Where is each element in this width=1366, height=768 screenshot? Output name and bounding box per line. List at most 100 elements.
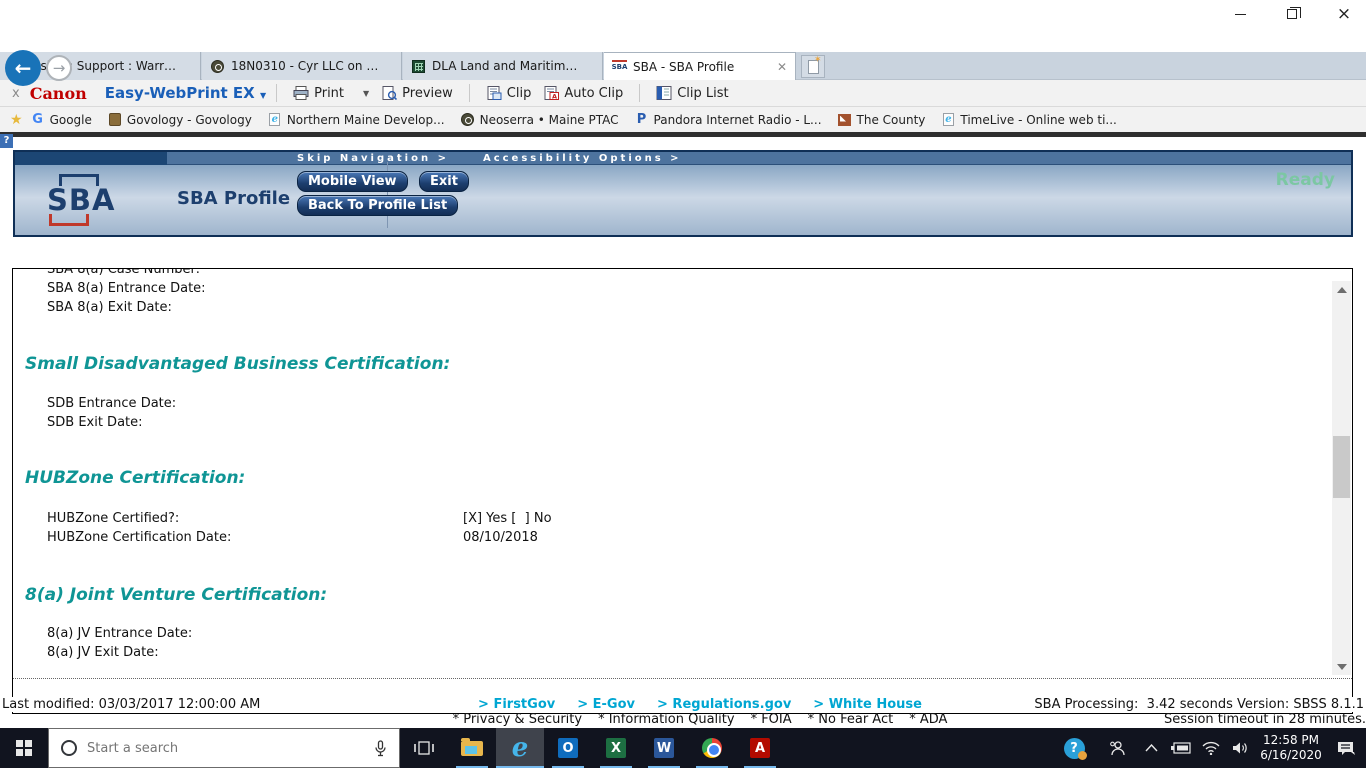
sba-logo: SBA	[47, 174, 119, 226]
toolbar-close-button[interactable]: x	[12, 86, 20, 101]
status-ready: Ready	[1275, 170, 1335, 190]
taskbar-app-word[interactable]: W	[640, 728, 688, 768]
task-view-icon	[414, 741, 434, 755]
people-button[interactable]	[1096, 740, 1136, 757]
ie-page-icon: e	[941, 113, 955, 127]
microphone-icon[interactable]	[374, 739, 387, 757]
divider	[468, 84, 470, 102]
foia-link[interactable]: * FOIA	[751, 712, 792, 727]
scrollbar-thumb[interactable]	[1333, 436, 1350, 498]
favorite-google[interactable]: G Google	[23, 112, 100, 127]
profile-frame: SBA 8(a) Case Number: SBA 8(a) Entrance …	[12, 268, 1353, 714]
taskbar-app-file-explorer[interactable]	[448, 728, 496, 768]
forward-button[interactable]: →	[46, 55, 72, 81]
start-button[interactable]	[0, 728, 48, 768]
print-dropdown-icon[interactable]: ▼	[363, 89, 369, 98]
add-favorite-icon[interactable]: ★	[10, 112, 23, 128]
action-center-button[interactable]	[1326, 740, 1366, 757]
action-center-icon	[1337, 741, 1355, 755]
clip-icon	[487, 86, 502, 100]
exit-button[interactable]: Exit	[419, 171, 469, 192]
wifi-button[interactable]	[1196, 741, 1226, 755]
firstgov-link[interactable]: > FirstGov	[478, 697, 555, 712]
favorite-timelive[interactable]: e TimeLive - Online web ti...	[933, 113, 1124, 127]
taskbar-search[interactable]	[48, 728, 400, 768]
help-icon[interactable]: ?	[0, 134, 13, 148]
favorite-pandora[interactable]: P Pandora Internet Radio - L...	[627, 112, 830, 127]
close-icon: ×	[1336, 4, 1352, 24]
accessibility-options-link[interactable]: Accessibility Options >	[483, 153, 682, 164]
header-top-strip: Skip Navigation > Accessibility Options …	[15, 152, 1351, 165]
scroll-down-button[interactable]	[1332, 658, 1351, 675]
tab-label: DLA Land and Maritime Virtual...	[432, 59, 582, 73]
clip-button[interactable]: Clip	[480, 86, 538, 101]
favorite-the-county[interactable]: The County	[830, 113, 934, 127]
new-tab-button[interactable]	[801, 55, 825, 78]
ada-link[interactable]: * ADA	[909, 712, 947, 727]
strip-segment	[15, 152, 167, 165]
session-timeout-text: Session timeout in 28 minutes.	[1164, 712, 1366, 727]
taskbar-app-outlook[interactable]: O	[544, 728, 592, 768]
system-tray: ? 12:58 PM 6/16/2020	[1052, 728, 1366, 768]
preview-button[interactable]: Preview	[375, 86, 459, 101]
favorite-neoserra[interactable]: Neoserra • Maine PTAC	[453, 113, 627, 127]
white-house-link[interactable]: > White House	[813, 697, 922, 712]
scroll-up-icon	[1336, 286, 1347, 293]
task-view-button[interactable]	[400, 728, 448, 768]
back-button[interactable]: ←	[5, 50, 41, 86]
tab-close-icon[interactable]: ✕	[769, 60, 787, 74]
pandora-icon: P	[636, 112, 647, 127]
help-bubble-icon: ?	[1063, 737, 1087, 760]
regulations-link[interactable]: > Regulations.gov	[657, 697, 791, 712]
skip-navigation-link[interactable]: Skip Navigation >	[297, 153, 449, 164]
scroll-down-icon	[1336, 663, 1347, 670]
tab-neoserra[interactable]: 18N0310 - Cyr LLC on Neoserr...	[202, 52, 402, 80]
taskbar-search-input[interactable]	[87, 740, 374, 756]
taskbar-app-excel[interactable]: X	[592, 728, 640, 768]
volume-button[interactable]	[1226, 741, 1256, 755]
county-icon	[838, 113, 852, 127]
outlook-icon: O	[558, 738, 578, 758]
minimize-icon	[1234, 13, 1246, 15]
privacy-security-link[interactable]: * Privacy & Security	[453, 712, 583, 727]
favorite-govology[interactable]: Govology - Govology	[100, 113, 260, 127]
windows-taskbar: e O X W A ? 12:58 PM 6/16/202	[0, 728, 1366, 768]
clock-date: 6/16/2020	[1260, 748, 1322, 762]
favorite-northern-maine[interactable]: e Northern Maine Develop...	[260, 113, 453, 127]
taskbar-app-internet-explorer[interactable]: e	[496, 728, 544, 768]
help-tray-button[interactable]: ?	[1052, 737, 1096, 760]
clip-list-button[interactable]: Clip List	[650, 86, 734, 101]
ie-window: × ← → SBA https://web.sba.gov/pro-net/se…	[0, 0, 1366, 768]
minimize-button[interactable]	[1218, 0, 1262, 28]
taskbar-clock[interactable]: 12:58 PM 6/16/2020	[1256, 733, 1326, 763]
tab-sba-profile-active[interactable]: SBA SBA - SBA Profile ✕	[604, 52, 796, 80]
information-quality-link[interactable]: * Information Quality	[598, 712, 734, 727]
tray-overflow-button[interactable]	[1136, 744, 1166, 752]
no-fear-act-link[interactable]: * No Fear Act	[808, 712, 894, 727]
file-explorer-icon	[461, 737, 483, 756]
clock-time: 12:58 PM	[1263, 733, 1319, 747]
page-content: ? Skip Navigation > Accessibility Option…	[0, 134, 1366, 728]
print-button[interactable]: Print ▼	[287, 86, 375, 101]
forward-arrow-icon: →	[52, 59, 66, 77]
egov-link[interactable]: > E-Gov	[577, 697, 635, 712]
new-tab-icon	[807, 55, 822, 74]
taskbar-app-chrome[interactable]	[688, 728, 736, 768]
battery-button[interactable]	[1166, 742, 1196, 754]
section-heading-hubzone: HUBZone Certification:	[25, 468, 246, 488]
taskbar-app-acrobat[interactable]: A	[736, 728, 784, 768]
mobile-view-button[interactable]: Mobile View	[297, 171, 408, 192]
tab-label: 18N0310 - Cyr LLC on Neoserr...	[231, 59, 381, 73]
tab-bar: e Alside : Support : Warranties 18N0310 …	[0, 52, 1366, 80]
back-to-profile-list-button[interactable]: Back To Profile List	[297, 195, 459, 216]
auto-clip-button[interactable]: A Auto Clip	[537, 86, 629, 101]
close-button[interactable]: ×	[1322, 0, 1366, 28]
maximize-button[interactable]	[1270, 0, 1314, 28]
navigation-bar: ← → SBA https://web.sba.gov/pro-net/sear…	[0, 28, 1366, 86]
easy-webprint-menu[interactable]: Easy-WebPrint EX ▼	[105, 84, 266, 102]
scroll-up-button[interactable]	[1332, 281, 1351, 298]
tab-dla[interactable]: DLA Land and Maritime Virtual...	[403, 52, 603, 80]
vertical-scrollbar[interactable]	[1332, 281, 1351, 675]
speaker-icon	[1233, 742, 1247, 754]
clip-list-icon	[656, 86, 672, 100]
